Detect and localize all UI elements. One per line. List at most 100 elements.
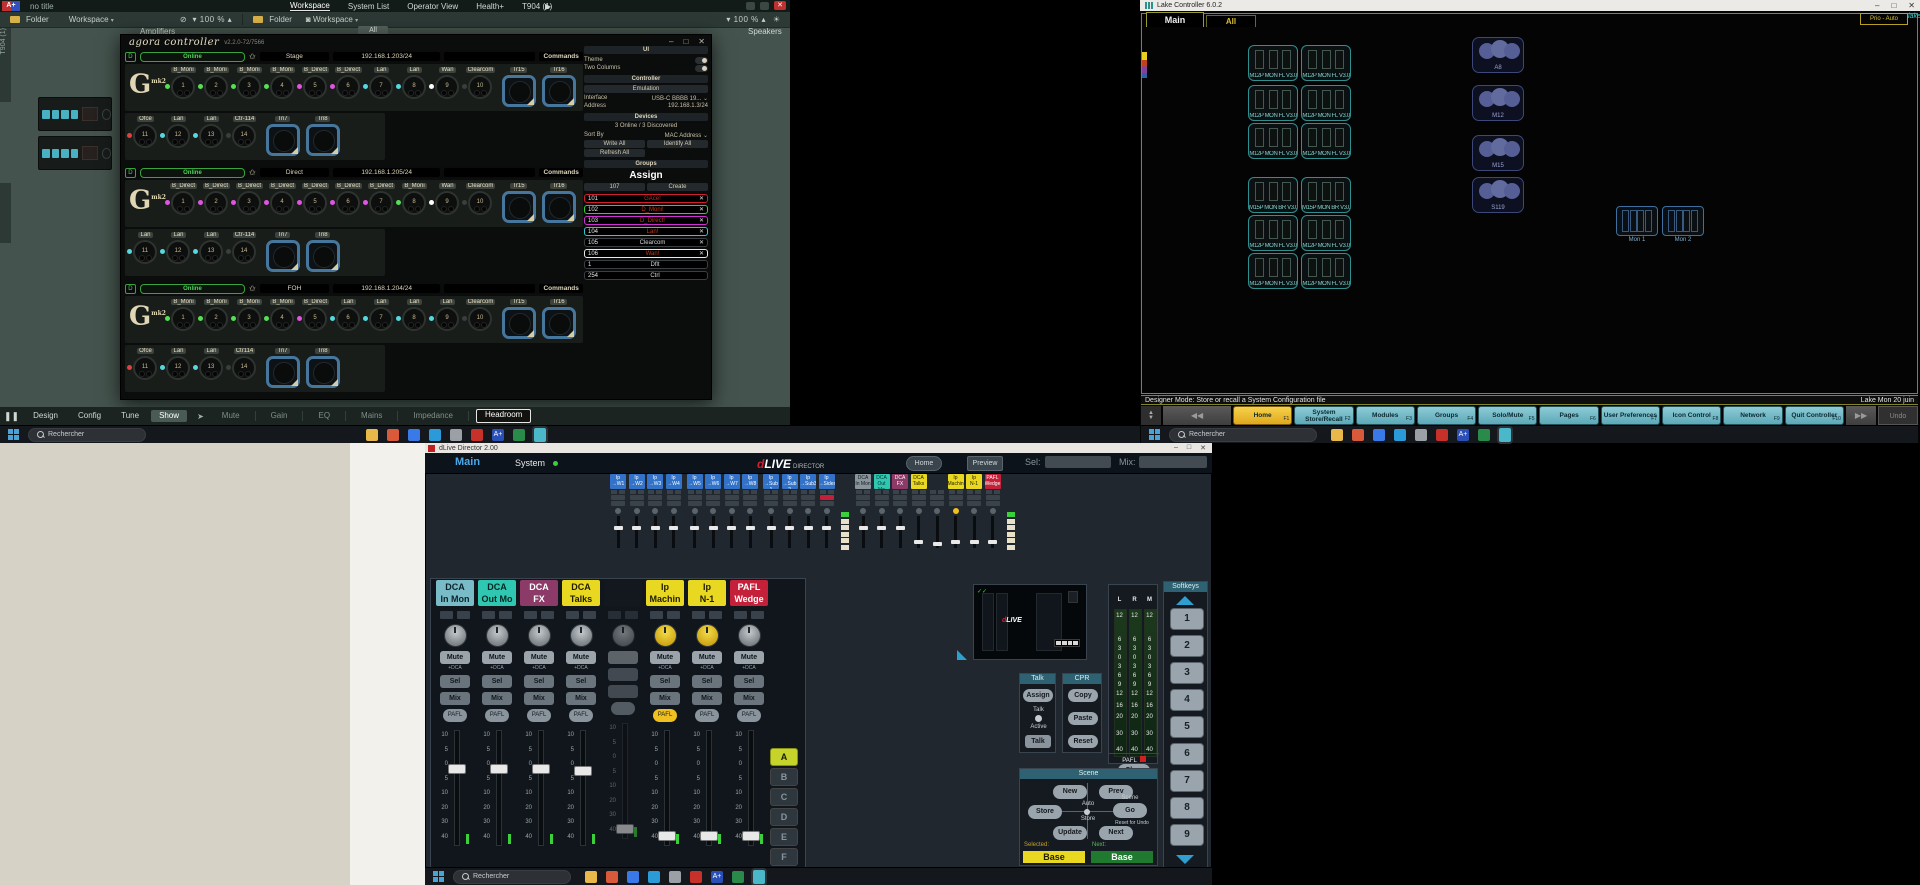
a-plus-icon[interactable]: A+ bbox=[492, 429, 504, 441]
mini-mute-button[interactable] bbox=[725, 495, 739, 500]
io-port[interactable]: B_Moni1 bbox=[167, 67, 200, 103]
io-port[interactable]: Lan8 bbox=[398, 299, 431, 335]
sel-button[interactable]: Sel bbox=[524, 675, 554, 688]
fader-cap[interactable] bbox=[742, 831, 760, 841]
mini-fader[interactable] bbox=[991, 516, 994, 548]
mini-fader[interactable] bbox=[749, 516, 752, 548]
mix-button[interactable]: Mix bbox=[524, 692, 554, 705]
device-spare-field[interactable] bbox=[444, 168, 535, 177]
strip-knob[interactable] bbox=[612, 624, 635, 647]
mix-button[interactable]: Mix bbox=[650, 692, 680, 705]
lake-tab-main[interactable]: Main bbox=[1146, 12, 1204, 27]
group-item[interactable]: 103D_Direct!✕ bbox=[584, 216, 708, 225]
sel-button[interactable]: Sel bbox=[650, 675, 680, 688]
mini-pafl-knob[interactable] bbox=[879, 508, 885, 514]
sel-button[interactable] bbox=[608, 668, 638, 681]
device-ip[interactable]: 192.168.1.203/24 bbox=[333, 52, 440, 61]
browser-icon[interactable] bbox=[1352, 429, 1364, 441]
mini-mute-button[interactable] bbox=[820, 495, 834, 500]
mini-fader[interactable] bbox=[825, 516, 828, 548]
mini-pafl-knob[interactable] bbox=[916, 508, 922, 514]
mini-mute-button[interactable] bbox=[912, 495, 926, 500]
channel-strip-out-mo[interactable]: DCAOut MoMute+DCASelMixPAFL1050510203040 bbox=[478, 580, 516, 848]
group-item[interactable]: 1Dflt bbox=[584, 260, 708, 269]
commands-button[interactable]: Commands bbox=[539, 168, 583, 177]
folder-label[interactable]: Folder bbox=[26, 15, 49, 24]
ring-icon[interactable] bbox=[450, 429, 462, 441]
lake-module[interactable]: M12P MON FL V3.0 bbox=[1301, 85, 1351, 121]
nav-system[interactable]: System bbox=[515, 458, 545, 468]
check-icon[interactable] bbox=[1394, 429, 1406, 441]
tab-impedance[interactable]: Impedance bbox=[405, 410, 461, 422]
active-app-icon[interactable] bbox=[753, 870, 765, 884]
speakon-connector[interactable]: Tri8 bbox=[304, 348, 341, 388]
mini-sel-button[interactable] bbox=[967, 501, 981, 506]
scene-go-button[interactable]: Go bbox=[1113, 803, 1147, 818]
sel-button[interactable]: Sel bbox=[482, 675, 512, 688]
softkey-9[interactable]: 9 bbox=[1170, 824, 1204, 846]
sel-button[interactable]: Sel bbox=[734, 675, 764, 688]
pafl-button[interactable]: PAFL bbox=[653, 709, 677, 722]
io-port[interactable]: B_Direct6 bbox=[332, 67, 365, 103]
sel-button[interactable]: Sel bbox=[566, 675, 596, 688]
tab-eq[interactable]: EQ bbox=[310, 410, 338, 422]
mini-fader[interactable] bbox=[973, 516, 976, 548]
strip-knob[interactable] bbox=[486, 624, 509, 647]
channel-strip-n-1[interactable]: IpN-1Mute+DCASelMixPAFL1050510203040 bbox=[688, 580, 726, 848]
io-port[interactable]: Clearcom10 bbox=[464, 183, 497, 219]
mini-fader[interactable] bbox=[807, 516, 810, 548]
io-port[interactable]: B_Moni4 bbox=[266, 67, 299, 103]
remove-icon[interactable]: ✕ bbox=[699, 250, 704, 257]
mix-button[interactable]: Mix bbox=[566, 692, 596, 705]
zoom-control[interactable]: ▾ 100 % ▴ bbox=[193, 15, 233, 24]
mini-pafl-knob[interactable] bbox=[787, 508, 793, 514]
maximize-icon[interactable]: □ bbox=[1187, 444, 1191, 452]
tab-tune[interactable]: Tune bbox=[113, 410, 147, 422]
lake-button-modules[interactable]: ModulesF3 bbox=[1356, 406, 1415, 425]
scene-update-button[interactable]: Update bbox=[1053, 826, 1087, 840]
palette-strip[interactable] bbox=[1142, 52, 1147, 78]
mini-sel-button[interactable] bbox=[667, 501, 681, 506]
undo-button[interactable]: Undo bbox=[1878, 406, 1918, 425]
mini-strip[interactable]: Ip→W8 bbox=[742, 474, 758, 548]
io-port[interactable]: Lan12 bbox=[162, 232, 195, 268]
mini-strip[interactable]: Ip→W2 bbox=[629, 474, 645, 548]
mini-sel-button[interactable] bbox=[725, 501, 739, 506]
mute-button[interactable]: Mute bbox=[482, 651, 512, 664]
favorite-star-icon[interactable]: ✩ bbox=[249, 53, 256, 61]
browser-icon[interactable] bbox=[606, 871, 618, 883]
mini-mute-button[interactable] bbox=[856, 495, 870, 500]
fader-cap[interactable] bbox=[616, 824, 634, 834]
channel-strip-empty[interactable]: 1050510203040 bbox=[604, 580, 642, 841]
group-item[interactable]: 102D_Moni!✕ bbox=[584, 205, 708, 214]
mini-mute-button[interactable] bbox=[688, 495, 702, 500]
mini-mute-button[interactable] bbox=[875, 495, 889, 500]
favorite-star-icon[interactable]: ✩ bbox=[249, 285, 256, 293]
workspace-dropdown[interactable]: Workspace ▾ bbox=[69, 15, 114, 24]
scene-new-button[interactable]: New bbox=[1053, 785, 1087, 799]
pafl-button[interactable] bbox=[611, 702, 635, 715]
io-port[interactable]: B_Moni2 bbox=[200, 67, 233, 103]
sheets-icon[interactable] bbox=[732, 871, 744, 883]
io-port[interactable]: B_Moni2 bbox=[200, 299, 233, 335]
pafl-button[interactable]: PAFL bbox=[443, 709, 467, 722]
cursor-icon[interactable]: ➤ bbox=[197, 412, 204, 421]
pafl-button[interactable]: PAFL bbox=[569, 709, 593, 722]
lake-button-quit-controller[interactable]: Quit ControllerF10 bbox=[1785, 406, 1844, 425]
folder-icon[interactable] bbox=[585, 871, 597, 883]
mini-strip[interactable]: Ip→W5 bbox=[687, 474, 703, 548]
reset-button[interactable]: Reset bbox=[1068, 735, 1098, 748]
mini-strip[interactable]: Ip→W3 bbox=[647, 474, 663, 548]
lake-button-network[interactable]: NetworkF9 bbox=[1723, 406, 1782, 425]
io-port[interactable]: B_Direct5 bbox=[299, 183, 332, 219]
mini-pafl-knob[interactable] bbox=[971, 508, 977, 514]
layer-button-c[interactable]: C bbox=[770, 788, 798, 806]
mini-sel-button[interactable] bbox=[912, 501, 926, 506]
talk-assign-button[interactable]: Assign bbox=[1023, 689, 1053, 702]
mini-fader[interactable] bbox=[880, 516, 883, 548]
mini-strip[interactable]: IpN-1 bbox=[966, 474, 982, 548]
speakon-connector[interactable]: Tri7 bbox=[264, 116, 301, 156]
speakon-connector[interactable]: Tri8 bbox=[304, 232, 341, 272]
mini-pafl-knob[interactable] bbox=[652, 508, 658, 514]
mini-sel-button[interactable] bbox=[630, 501, 644, 506]
